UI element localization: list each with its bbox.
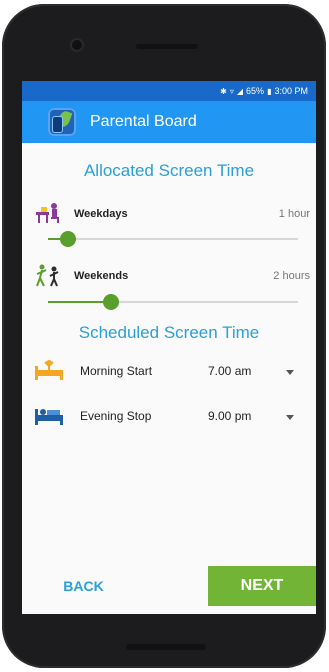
bed-icon [35, 409, 63, 425]
evening-dropdown-icon[interactable] [286, 415, 294, 420]
weekdays-value: 1 hour [278, 208, 310, 220]
battery-icon: ▮ [267, 86, 272, 96]
slider-track [48, 238, 298, 240]
slider-fill [48, 301, 111, 303]
front-camera [72, 40, 82, 50]
allocated-section-title: Allocated Screen Time [83, 161, 255, 180]
app-screen: ✱ ▿ ◢ 65% ▮ 3:00 PM Parental Board Alloc… [22, 81, 316, 614]
desk-person-icon [36, 203, 59, 223]
weekends-label: Weekends [74, 270, 129, 282]
battery-level: 65% [246, 86, 265, 96]
status-bar: ✱ ▿ ◢ 65% ▮ 3:00 PM [22, 81, 316, 101]
evening-stop-time[interactable]: 9.00 pm [208, 409, 251, 423]
bottom-speaker [126, 644, 206, 650]
phone-frame: ✱ ▿ ◢ 65% ▮ 3:00 PM Parental Board Alloc… [2, 4, 326, 668]
app-logo-icon [48, 108, 76, 136]
signal-icon: ◢ [236, 86, 244, 96]
wifi-icon: ▿ [229, 86, 234, 96]
weekends-slider[interactable] [48, 294, 298, 310]
morning-start-time[interactable]: 7.00 am [208, 364, 251, 378]
wake-up-icon [35, 360, 63, 380]
app-bar: Parental Board [22, 101, 316, 143]
weekdays-slider[interactable] [48, 231, 298, 247]
next-button[interactable]: NEXT [208, 566, 316, 606]
slider-thumb[interactable] [102, 294, 119, 310]
back-button[interactable]: BACK [46, 571, 121, 601]
playing-kids-icon [36, 264, 59, 287]
status-time: 3:00 PM [274, 86, 308, 96]
scheduled-section-title: Scheduled Screen Time [78, 323, 260, 342]
evening-stop-label: Evening Stop [80, 409, 152, 423]
weekdays-label: Weekdays [74, 208, 128, 220]
slider-thumb[interactable] [60, 231, 76, 247]
morning-start-label: Morning Start [80, 364, 153, 378]
earpiece-speaker [136, 44, 198, 49]
bluetooth-icon: ✱ [220, 86, 227, 96]
morning-dropdown-icon[interactable] [286, 370, 294, 375]
weekends-value: 2 hours [273, 270, 310, 282]
app-title: Parental Board [90, 113, 197, 130]
